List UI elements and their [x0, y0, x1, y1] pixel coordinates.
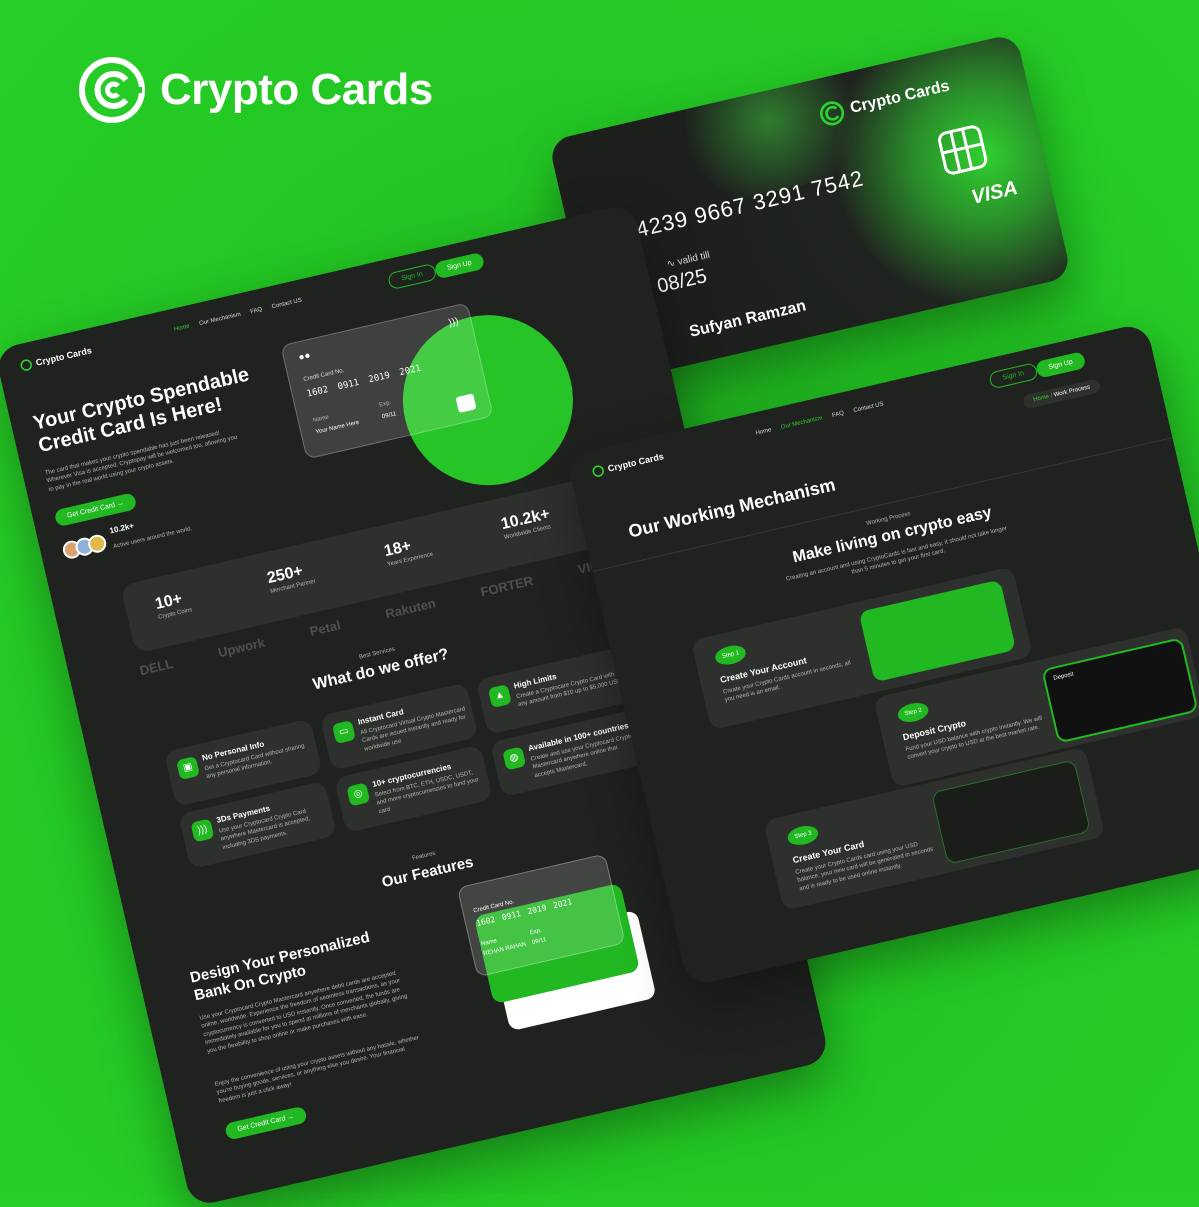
globe-icon: ◍	[502, 745, 527, 770]
sign-in-button[interactable]: Sign In	[988, 362, 1039, 390]
stat-item: 250+ Merchant Partner	[266, 560, 317, 596]
card-digits: 2019	[526, 903, 548, 917]
nav-contact[interactable]: Contact US	[853, 401, 884, 414]
stat-item: 10.2k+ Worldwide Clients	[499, 505, 553, 542]
avatar-group	[60, 532, 108, 560]
offer-item-desc: Create a Cryptocare Crypto Card with any…	[515, 671, 623, 709]
card-chip-icon	[455, 393, 477, 413]
incognito-icon: ▣	[175, 755, 200, 780]
sign-up-button[interactable]: Sign Up	[1034, 351, 1087, 379]
sign-in-button[interactable]: Sign In	[386, 262, 438, 291]
glass-card-number: 1602 0911 2019 2021	[306, 364, 422, 400]
crypto-cards-logo-icon	[592, 465, 604, 477]
card-icon: ▭	[331, 719, 356, 744]
forter-logo: FORTER	[479, 572, 535, 600]
glass-name-label: Name	[312, 414, 330, 424]
stat-item: 18+ Years Experience	[383, 533, 435, 569]
card-brand-name: Crypto Cards	[848, 77, 952, 117]
chart-icon: ▲	[487, 683, 512, 708]
right-logo: Crypto Cards	[591, 450, 665, 478]
step-desc: Fund your USD balance with crypto instan…	[905, 715, 1043, 762]
chip-icon	[936, 123, 990, 177]
feature-exp: 09/11	[531, 936, 548, 947]
breadcrumb-separator: /	[1050, 393, 1054, 400]
nav-faq[interactable]: FAQ	[832, 410, 845, 419]
stat-item: 10+ Crypto Coins	[154, 589, 194, 623]
crypto-cards-logo-icon	[820, 101, 845, 126]
card-digits: 1602	[305, 384, 330, 400]
card-digits: 0911	[500, 909, 522, 923]
step-illustration	[931, 759, 1091, 865]
visa-logo: VISA	[969, 176, 1020, 209]
get-card-label: Get Credit Card	[66, 501, 116, 520]
deposit-screen: Deposit	[1041, 637, 1199, 744]
step-illustration	[858, 579, 1017, 683]
petal-logo: Petal	[308, 617, 342, 639]
crypto-cards-logo-icon	[79, 57, 145, 123]
deposit-label: Deposit	[1052, 671, 1075, 682]
step-badge: Step 1	[713, 642, 748, 668]
glass-exp: 09/11	[381, 411, 397, 421]
nav-home[interactable]: Home	[755, 427, 772, 436]
card-brand: Crypto Cards	[816, 74, 952, 129]
valid-label-text: valid till	[676, 249, 712, 268]
contactless-icon: )))	[190, 817, 215, 842]
breadcrumb-home[interactable]: Home	[1033, 394, 1050, 403]
features-get-card-button[interactable]: Get Credit Card →	[224, 1105, 308, 1141]
glass-exp-label: Exp.	[378, 400, 392, 409]
coins-icon: ◎	[346, 781, 371, 806]
rakuten-logo: Rakuten	[383, 595, 438, 622]
left-logo: Crypto Cards	[19, 344, 93, 372]
nav-home[interactable]: Home	[173, 323, 190, 332]
upwork-logo: Upwork	[216, 634, 267, 661]
nav-mechanism[interactable]: Our Mechanism	[199, 312, 242, 327]
right-logo-text: Crypto Cards	[606, 451, 665, 474]
breadcrumb: Home / Work Process	[1022, 378, 1102, 410]
nav-faq[interactable]: FAQ	[250, 307, 263, 316]
breadcrumb-current: Work Process	[1053, 384, 1091, 399]
left-logo-text: Crypto Cards	[34, 345, 93, 368]
nav-mechanism[interactable]: Our Mechanism	[781, 415, 824, 430]
stats-bar: 10+ Crypto Coins 250+ Merchant Partner 18+…	[120, 477, 604, 654]
divider	[592, 437, 1173, 572]
features-cta-label: Get Credit Card	[236, 1115, 287, 1134]
right-nav: Home Our Mechanism FAQ Contact US	[755, 401, 884, 436]
mastercard-icon: ●●	[297, 350, 312, 364]
feature-card-number: 1602 0911 2019 2021	[475, 897, 573, 928]
crypto-cards-logo-icon	[20, 359, 32, 371]
brand-name: Crypto Cards	[160, 65, 433, 114]
nav-contact[interactable]: Contact US	[271, 298, 302, 311]
left-nav: Home Our Mechanism FAQ Contact US	[173, 298, 302, 333]
card-number: 4239 9667 3291 7542	[633, 165, 867, 243]
card-digits: 1602	[475, 914, 497, 929]
card-holder: Sufyan Ramzan	[687, 297, 808, 341]
card-digits: 2019	[367, 370, 392, 386]
dell-logo: DELL	[138, 655, 175, 679]
contactless-icon: )))	[447, 315, 460, 329]
step-badge: Step 3	[785, 823, 821, 848]
card-expiry: 08/25	[655, 265, 709, 298]
card-digits: 0911	[336, 377, 361, 393]
card-digits: 2021	[398, 363, 422, 379]
brand-header: Crypto Cards	[78, 56, 433, 124]
step-desc: Create your Crypto Cards card using your…	[795, 841, 935, 893]
sign-up-button[interactable]: Sign Up	[433, 251, 486, 280]
mechanism-title: Our Working Mechanism	[626, 474, 838, 542]
card-digits: 2021	[552, 897, 573, 911]
step-badge: Step 2	[895, 700, 931, 725]
